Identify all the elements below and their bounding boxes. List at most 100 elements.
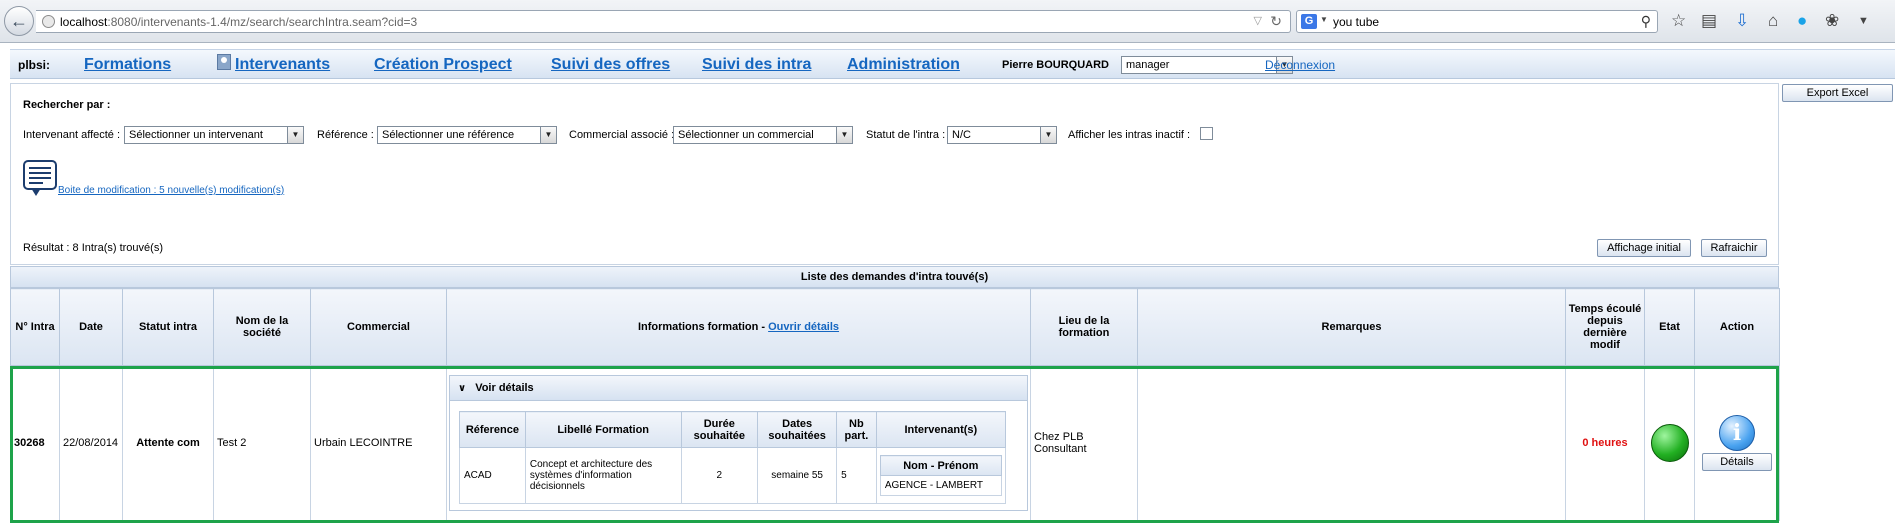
intra-date: 22/08/2014 <box>59 365 123 521</box>
filter-reference-value: Sélectionner une référence <box>382 129 515 141</box>
app-navbar: plbsi: Formations Intervenants Création … <box>10 49 1895 79</box>
commercial-name: Urbain LECOINTRE <box>310 365 447 521</box>
intervenants-cell: Nom - Prénom AGENCE - LAMBERT <box>875 447 1007 504</box>
inactive-checkbox[interactable] <box>1200 127 1213 140</box>
col-header-commercial: Commercial <box>310 288 447 366</box>
formation-header-row: Réference Libellé Formation Durée souhai… <box>459 411 1007 448</box>
formation-table: Réference Libellé Formation Durée souhai… <box>459 411 1007 504</box>
chevron-down-icon[interactable]: ▼ <box>287 127 303 143</box>
result-count: Résultat : 8 Intra(s) trouvé(s) <box>23 242 163 254</box>
intra-number: 30268 <box>10 365 60 521</box>
details-button[interactable]: Détails <box>1702 453 1772 471</box>
elapsed-time: 0 heures <box>1565 365 1645 521</box>
refresh-button[interactable]: Rafraichir <box>1701 239 1767 257</box>
home-icon[interactable]: ⌂ <box>1768 10 1778 32</box>
nav-creation-prospect[interactable]: Création Prospect <box>374 56 512 74</box>
formation-col-nb: Nb part. <box>836 411 877 448</box>
nav-formations[interactable]: Formations <box>84 56 171 74</box>
chevron-down-icon[interactable]: ▼ <box>836 127 852 143</box>
nav-administration[interactable]: Administration <box>847 56 960 74</box>
filter-commercial-label: Commercial associé : <box>569 129 675 141</box>
results-title: Liste des demandes d'intra touvé(s) <box>10 266 1779 288</box>
state-cell <box>1644 365 1695 521</box>
filter-status-select[interactable]: N/C ▼ <box>947 126 1057 144</box>
url-dropdown-icon[interactable]: ▽ <box>1254 14 1262 27</box>
initial-display-button[interactable]: Affichage initial <box>1597 239 1691 257</box>
green-status-light-icon <box>1650 424 1689 462</box>
web-search-input[interactable]: you tube <box>1333 15 1379 29</box>
skype-icon[interactable]: ● <box>1797 10 1807 32</box>
reload-icon[interactable]: ↻ <box>1270 13 1282 30</box>
filter-intervenant-value: Sélectionner un intervenant <box>129 129 263 141</box>
menu-chevron-down-icon[interactable]: ▼ <box>1858 10 1869 32</box>
chevron-down-icon[interactable]: ▼ <box>1040 127 1056 143</box>
search-title: Rechercher par : <box>23 99 111 111</box>
chevron-down-icon[interactable]: ▼ <box>540 127 556 143</box>
nav-intervenants[interactable]: Intervenants <box>235 56 330 74</box>
clipboard-icon[interactable]: ▤ <box>1701 10 1717 32</box>
globe-icon <box>42 15 55 28</box>
formation-panel: ∨ Voir détails Réference Libellé Formati… <box>449 375 1028 511</box>
col-header-elapsed: Temps écoulé depuis dernière modif <box>1565 288 1645 366</box>
web-search-bar[interactable]: G ▼ you tube ⚲ <box>1296 10 1658 33</box>
back-arrow-icon[interactable]: ← <box>4 6 34 36</box>
formation-info-cell: ∨ Voir détails Réference Libellé Formati… <box>446 365 1031 521</box>
formation-place: Chez PLB Consultant <box>1030 365 1138 521</box>
double-chevron-down-icon: ∨ <box>458 383 467 394</box>
extension-icon[interactable]: ❀ <box>1825 10 1839 32</box>
action-cell: i Détails <box>1694 365 1780 521</box>
formation-ref: ACAD <box>459 447 526 504</box>
formation-col-ref: Réference <box>459 411 526 448</box>
filter-commercial-select[interactable]: Sélectionner un commercial ▼ <box>673 126 853 144</box>
remarks <box>1137 365 1566 521</box>
browser-toolbar: ← localhost:8080/intervenants-1.4/mz/sea… <box>0 0 1895 43</box>
user-name: Pierre BOURQUARD <box>1002 59 1109 71</box>
bookmark-star-icon[interactable]: ☆ <box>1671 10 1686 32</box>
open-details-link[interactable]: Ouvrir détails <box>768 321 839 333</box>
formation-label: Concept et architecture des systèmes d'i… <box>524 447 682 504</box>
filter-status-value: N/C <box>952 129 971 141</box>
url-bar[interactable]: localhost:8080/intervenants-1.4/mz/searc… <box>36 10 1291 33</box>
interv-col-name: Nom - Prénom <box>879 455 1002 476</box>
download-icon[interactable]: ⇩ <box>1735 10 1749 32</box>
modif-box-link[interactable]: Boite de modification : 5 nouvelle(s) mo… <box>58 185 284 196</box>
formation-col-interv: Intervenant(s) <box>875 411 1007 448</box>
filter-intervenant-label: Intervenant affecté : <box>23 129 121 141</box>
nav-suivi-offres[interactable]: Suivi des offres <box>551 56 670 74</box>
person-icon <box>217 54 231 70</box>
formation-col-duration: Durée souhaitée <box>680 411 759 448</box>
col-header-date: Date <box>59 288 123 366</box>
filter-reference-label: Référence : <box>317 129 374 141</box>
col-header-state: Etat <box>1644 288 1695 366</box>
col-header-action: Action <box>1694 288 1780 366</box>
message-notes-icon[interactable] <box>23 160 57 196</box>
app-logo: plbsi: <box>18 58 50 72</box>
table-row: 30268 22/08/2014 Attente com Test 2 Urba… <box>10 365 1780 521</box>
search-engine-caret-icon[interactable]: ▼ <box>1320 15 1328 24</box>
col-header-company: Nom de la société <box>213 288 311 366</box>
formation-duration: 2 <box>680 447 759 504</box>
voir-details-label: Voir détails <box>475 382 534 394</box>
intervenants-table: Nom - Prénom AGENCE - LAMBERT <box>879 455 1002 496</box>
formation-row: ACAD Concept et architecture des système… <box>459 447 1007 504</box>
voir-details-toggle[interactable]: ∨ Voir détails <box>450 376 1027 401</box>
col-header-status: Statut intra <box>122 288 214 366</box>
col-header-remarks: Remarques <box>1137 288 1566 366</box>
filter-reference-select[interactable]: Sélectionner une référence ▼ <box>377 126 557 144</box>
results-header-row: N° Intra Date Statut intra Nom de la soc… <box>10 288 1780 366</box>
filter-intervenant-select[interactable]: Sélectionner un intervenant ▼ <box>124 126 304 144</box>
url-text: localhost:8080/intervenants-1.4/mz/searc… <box>60 15 418 29</box>
nav-suivi-intra[interactable]: Suivi des intra <box>702 56 811 74</box>
interv-name: AGENCE - LAMBERT <box>879 475 1002 496</box>
search-icon[interactable]: ⚲ <box>1641 13 1651 30</box>
inactive-label: Afficher les intras inactif : <box>1068 129 1191 141</box>
search-engine-icon[interactable]: G <box>1301 14 1317 29</box>
logout-link[interactable]: Déconnexion <box>1265 58 1335 72</box>
export-excel-button[interactable]: Export Excel <box>1782 84 1893 102</box>
results-table: N° Intra Date Statut intra Nom de la soc… <box>10 288 1780 521</box>
formation-col-dates: Dates souhaitées <box>757 411 838 448</box>
info-icon[interactable]: i <box>1719 415 1755 451</box>
col-header-info: Informations formation - Ouvrir détails <box>446 288 1031 366</box>
search-panel: Rechercher par : Intervenant affecté : S… <box>10 83 1779 265</box>
formation-nb: 5 <box>836 447 877 504</box>
